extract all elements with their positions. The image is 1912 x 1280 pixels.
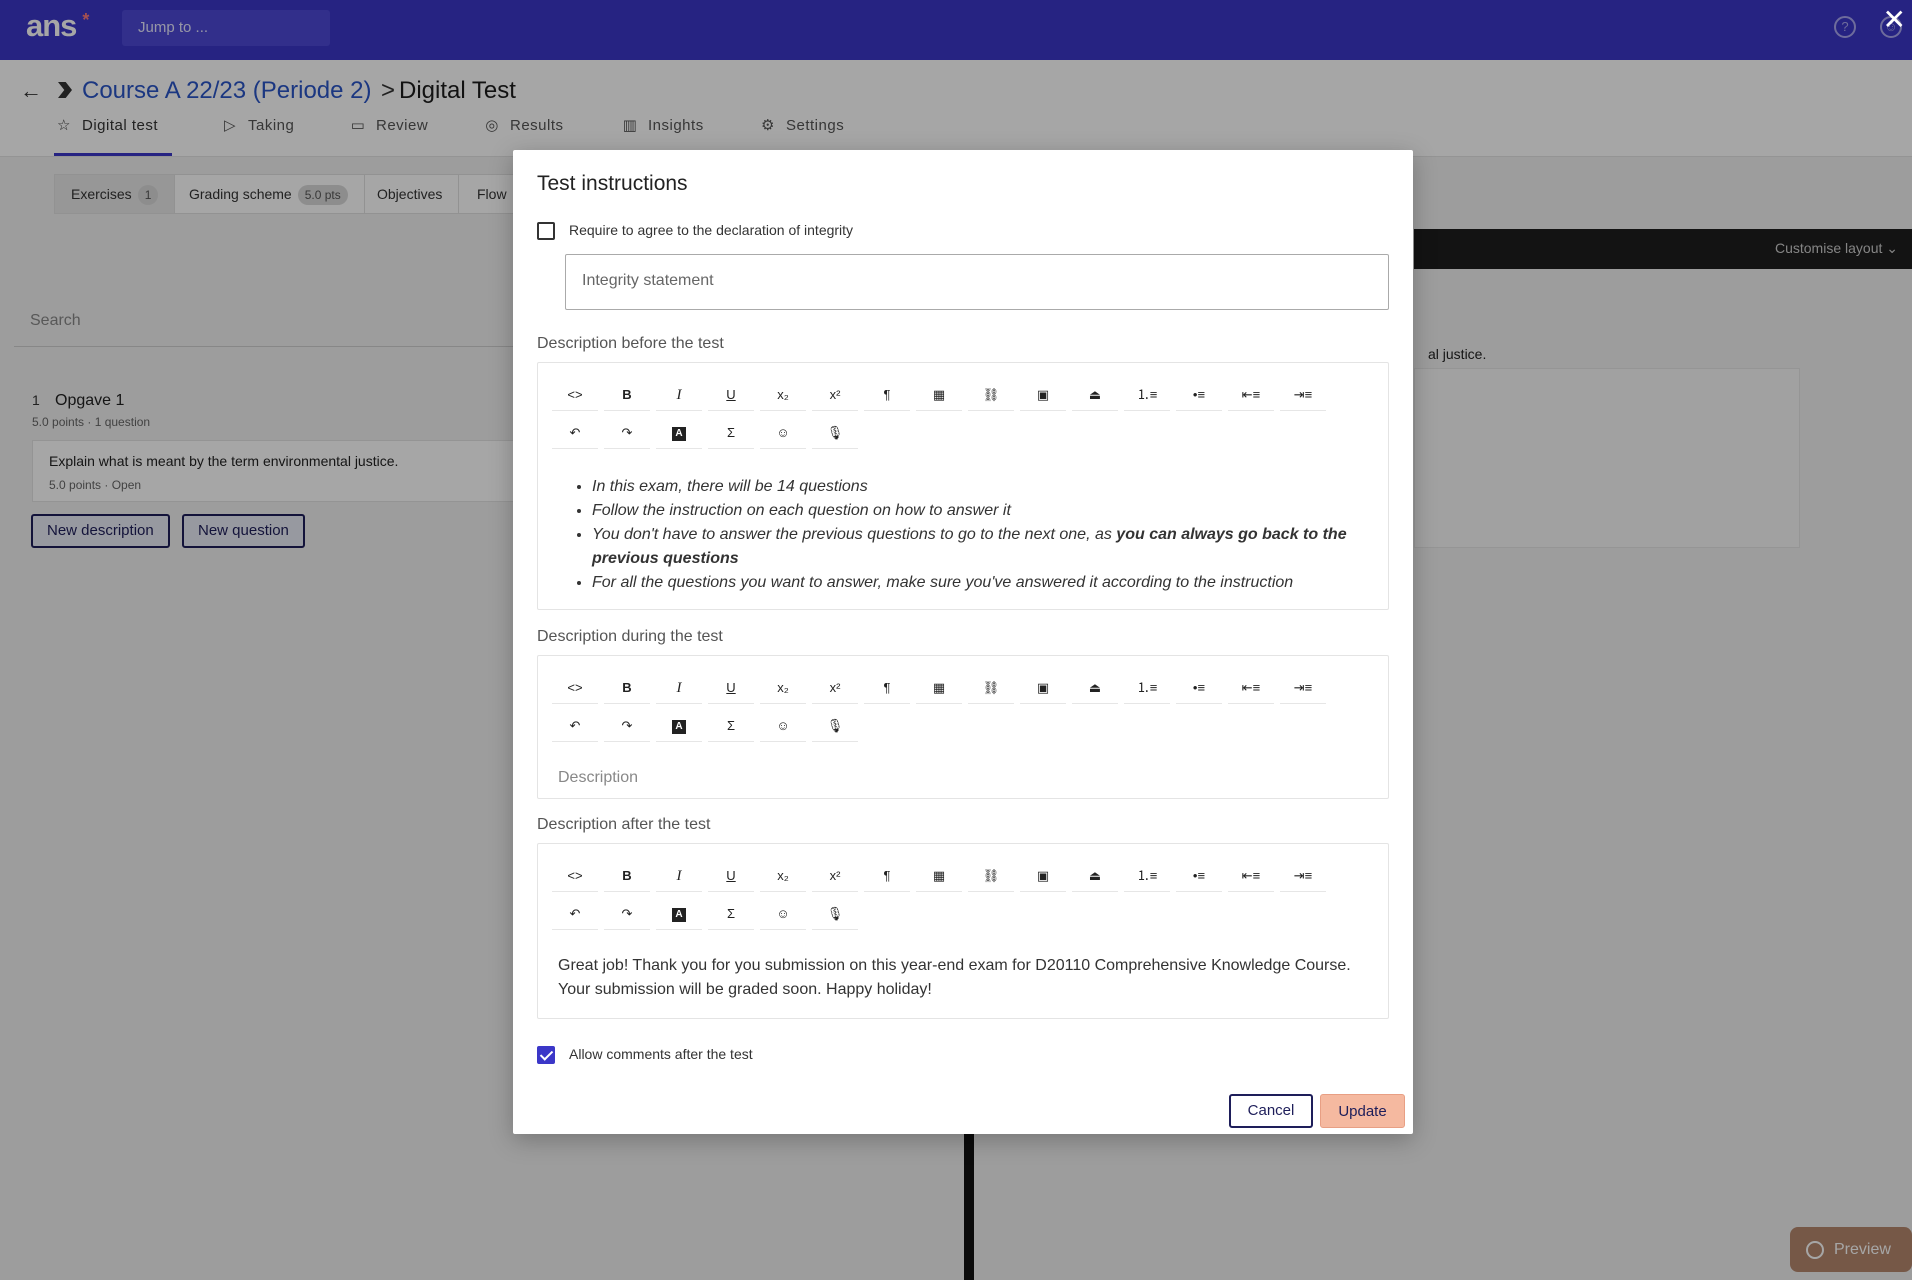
source-code-icon[interactable]: <> [552, 860, 598, 892]
table-icon[interactable]: ▦ [916, 860, 962, 892]
bullet-list-icon[interactable]: •≡ [1176, 672, 1222, 704]
before-description-content[interactable]: In this exam, there will be 14 questions… [558, 475, 1370, 595]
source-code-icon[interactable]: <> [552, 672, 598, 704]
list-item: For all the questions you want to answer… [592, 571, 1370, 595]
table-icon[interactable]: ▦ [916, 379, 962, 411]
indent-icon[interactable]: ⇥≡ [1280, 672, 1326, 704]
bold-icon[interactable]: B [604, 379, 650, 411]
after-description-label: Description after the test [537, 816, 711, 833]
indent-icon[interactable]: ⇥≡ [1280, 379, 1326, 411]
formula-icon[interactable]: Σ [708, 710, 754, 742]
italic-icon[interactable]: I [656, 672, 702, 704]
italic-icon[interactable]: I [656, 860, 702, 892]
indent-icon[interactable]: ⇥≡ [1280, 860, 1326, 892]
link-icon[interactable]: ⛓ [968, 672, 1014, 704]
outdent-icon[interactable]: ⇤≡ [1228, 672, 1274, 704]
paragraph-icon[interactable]: ¶ [864, 672, 910, 704]
underline-icon[interactable]: U [708, 860, 754, 892]
bold-icon[interactable]: B [604, 672, 650, 704]
underline-icon[interactable]: U [708, 672, 754, 704]
list-item: You don't have to answer the previous qu… [592, 523, 1370, 571]
modal-title: Test instructions [537, 172, 688, 195]
bullet-list-icon[interactable]: •≡ [1176, 379, 1222, 411]
superscript-icon[interactable]: x² [812, 379, 858, 411]
redo-icon[interactable]: ↷ [604, 710, 650, 742]
table-icon[interactable]: ▦ [916, 672, 962, 704]
paragraph-icon[interactable]: ¶ [864, 860, 910, 892]
microphone-icon[interactable]: 🎙 [812, 710, 858, 742]
superscript-icon[interactable]: x² [812, 860, 858, 892]
formula-icon[interactable]: Σ [708, 898, 754, 930]
editor-toolbar: <> B I U x₂ x² ¶ ▦ ⛓ ▣ ⏏ ⒈≡ •≡ ⇤≡ ⇥≡ ↶ ↷… [552, 379, 1372, 457]
integrity-statement-input[interactable]: Integrity statement [565, 254, 1389, 310]
outdent-icon[interactable]: ⇤≡ [1228, 379, 1274, 411]
test-instructions-modal: Test instructions Require to agree to th… [513, 150, 1413, 1134]
link-icon[interactable]: ⛓ [968, 379, 1014, 411]
undo-icon[interactable]: ↶ [552, 898, 598, 930]
outdent-icon[interactable]: ⇤≡ [1228, 860, 1274, 892]
during-description-label: Description during the test [537, 628, 723, 645]
subscript-icon[interactable]: x₂ [760, 860, 806, 892]
redo-icon[interactable]: ↷ [604, 898, 650, 930]
image-icon[interactable]: ▣ [1020, 672, 1066, 704]
bullet-list-icon[interactable]: •≡ [1176, 860, 1222, 892]
image-icon[interactable]: ▣ [1020, 379, 1066, 411]
update-button[interactable]: Update [1320, 1094, 1405, 1128]
integrity-checkbox-label[interactable]: Require to agree to the declaration of i… [569, 222, 853, 238]
paragraph-icon[interactable]: ¶ [864, 379, 910, 411]
formula-icon[interactable]: Σ [708, 417, 754, 449]
italic-icon[interactable]: I [656, 379, 702, 411]
link-icon[interactable]: ⛓ [968, 860, 1014, 892]
integrity-checkbox[interactable] [537, 222, 555, 240]
ordered-list-icon[interactable]: ⒈≡ [1124, 860, 1170, 892]
during-description-editor[interactable]: <> B I U x₂ x² ¶ ▦ ⛓ ▣ ⏏ ⒈≡ •≡ ⇤≡ ⇥≡ ↶ ↷… [537, 655, 1389, 799]
microphone-icon[interactable]: 🎙 [812, 898, 858, 930]
after-description-content[interactable]: Great job! Thank you for you submission … [558, 954, 1378, 1002]
cancel-button[interactable]: Cancel [1229, 1094, 1313, 1128]
before-description-editor[interactable]: <> B I U x₂ x² ¶ ▦ ⛓ ▣ ⏏ ⒈≡ •≡ ⇤≡ ⇥≡ ↶ ↷… [537, 362, 1389, 610]
list-item: Follow the instruction on each question … [592, 499, 1370, 523]
text-color-icon[interactable]: A [656, 898, 702, 930]
emoji-icon[interactable]: ☺ [760, 898, 806, 930]
subscript-icon[interactable]: x₂ [760, 379, 806, 411]
after-description-editor[interactable]: <> B I U x₂ x² ¶ ▦ ⛓ ▣ ⏏ ⒈≡ •≡ ⇤≡ ⇥≡ ↶ ↷… [537, 843, 1389, 1019]
image-icon[interactable]: ▣ [1020, 860, 1066, 892]
text-color-icon[interactable]: A [656, 710, 702, 742]
editor-toolbar: <> B I U x₂ x² ¶ ▦ ⛓ ▣ ⏏ ⒈≡ •≡ ⇤≡ ⇥≡ ↶ ↷… [552, 860, 1372, 938]
emoji-icon[interactable]: ☺ [760, 710, 806, 742]
subscript-icon[interactable]: x₂ [760, 672, 806, 704]
embed-icon[interactable]: ⏏ [1072, 379, 1118, 411]
editor-toolbar: <> B I U x₂ x² ¶ ▦ ⛓ ▣ ⏏ ⒈≡ •≡ ⇤≡ ⇥≡ ↶ ↷… [552, 672, 1372, 750]
embed-icon[interactable]: ⏏ [1072, 672, 1118, 704]
microphone-icon[interactable]: 🎙 [812, 417, 858, 449]
list-item: In this exam, there will be 14 questions [592, 475, 1370, 499]
ordered-list-icon[interactable]: ⒈≡ [1124, 379, 1170, 411]
allow-comments-checkbox[interactable] [537, 1046, 555, 1064]
text-color-icon[interactable]: A [656, 417, 702, 449]
allow-comments-label[interactable]: Allow comments after the test [569, 1046, 753, 1062]
before-description-label: Description before the test [537, 335, 724, 352]
undo-icon[interactable]: ↶ [552, 710, 598, 742]
embed-icon[interactable]: ⏏ [1072, 860, 1118, 892]
redo-icon[interactable]: ↷ [604, 417, 650, 449]
bold-icon[interactable]: B [604, 860, 650, 892]
superscript-icon[interactable]: x² [812, 672, 858, 704]
emoji-icon[interactable]: ☺ [760, 417, 806, 449]
close-icon[interactable]: ✕ [1883, 6, 1906, 34]
undo-icon[interactable]: ↶ [552, 417, 598, 449]
during-description-placeholder[interactable]: Description [558, 766, 1370, 790]
source-code-icon[interactable]: <> [552, 379, 598, 411]
underline-icon[interactable]: U [708, 379, 754, 411]
ordered-list-icon[interactable]: ⒈≡ [1124, 672, 1170, 704]
